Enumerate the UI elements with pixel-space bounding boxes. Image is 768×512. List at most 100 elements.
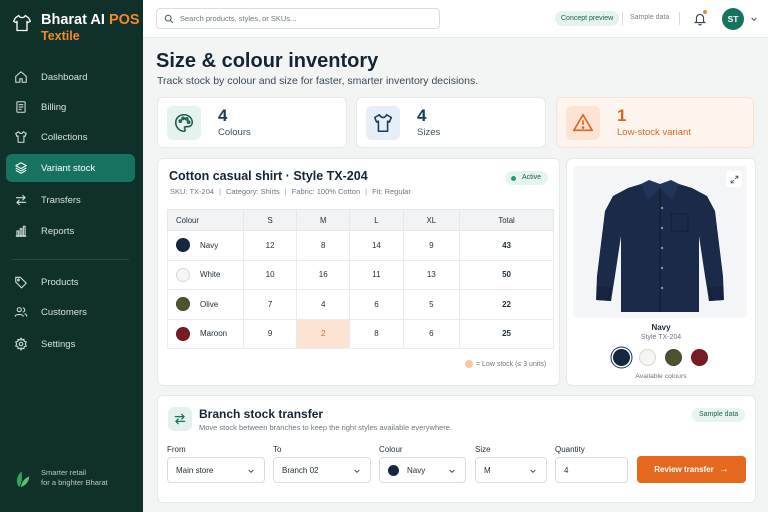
stock-cell: 11 [349, 259, 404, 290]
palette-icon [167, 106, 201, 140]
status-badge: Active [505, 171, 549, 185]
transfer-subtitle: Move stock between branches to keep the … [199, 423, 453, 432]
stat-value: 4 [417, 106, 427, 125]
total-cell: 43 [459, 230, 554, 261]
stat-label: Colours [218, 127, 251, 138]
concept-preview-badge: Concept preview [555, 11, 620, 26]
button-label: Review transfer [654, 465, 714, 474]
size-select[interactable]: M [475, 457, 547, 483]
sidebar-item-customers[interactable]: Customers [6, 298, 135, 326]
table-row[interactable]: White 10 16 11 13 50 [167, 259, 554, 290]
shirt-icon [15, 131, 27, 143]
quantity-field[interactable] [555, 457, 628, 483]
leaf-icon [16, 471, 30, 488]
sidebar-item-transfers[interactable]: Transfers [6, 186, 135, 214]
stock-cell: 10 [242, 259, 298, 290]
topbar: Concept preview Sample data ST [143, 0, 768, 38]
stock-cell: 9 [402, 230, 461, 261]
product-preview-card: Navy Style TX-204 Available colours [566, 158, 756, 386]
colour-name: White [200, 270, 221, 280]
stat-value: 4 [218, 106, 228, 125]
column-header: Total [459, 209, 554, 231]
sidebar-item-label: Dashboard [41, 71, 88, 83]
column-header: Colour [167, 209, 244, 231]
product-title: Cotton casual shirt · Style TX-204 [169, 169, 368, 183]
sidebar-item-billing[interactable]: Billing [6, 93, 135, 121]
arrow-right-icon: → [718, 464, 729, 475]
colour-value: Navy [407, 465, 426, 475]
category: Category: Shirts [226, 187, 280, 196]
stat-label: Low-stock variant [617, 127, 691, 138]
chevron-down-icon [248, 469, 254, 474]
sidebar-item-label: Collections [41, 131, 88, 143]
sidebar-item-label: Transfers [41, 194, 81, 206]
product-meta: SKU: TX-204 | Category: Shirts | Fabric: 100… [170, 187, 411, 196]
chevron-down-icon[interactable] [750, 15, 758, 23]
tag-icon [15, 276, 27, 289]
stat-card-colours: 4 Colours [157, 97, 347, 148]
column-header: XL [402, 209, 461, 231]
low-stock-legend: = Low stock (≤ 3 units) [465, 360, 546, 368]
quantity-label: Quantity [555, 445, 585, 454]
colour-select[interactable]: Navy [379, 457, 466, 483]
from-select[interactable]: Main store [167, 457, 265, 483]
layers-icon [15, 162, 27, 174]
search-input[interactable] [180, 14, 420, 23]
brand-pos: POS [108, 12, 140, 28]
table-row[interactable]: Navy 12 8 14 9 43 [167, 230, 554, 261]
sidebar-item-collections[interactable]: Collections [6, 123, 135, 151]
transfer-title: Branch stock transfer [199, 407, 324, 421]
color-swatch [176, 238, 190, 253]
sidebar-item-label: Billing [41, 101, 67, 113]
status-label: Active [522, 174, 542, 181]
gear-icon [15, 337, 27, 351]
chevron-down-icon [354, 469, 360, 474]
sidebar-item-settings[interactable]: Settings [6, 330, 135, 358]
shirt-logo-icon [13, 14, 32, 32]
footer-line2: for a brighter Bharat [41, 478, 108, 487]
brand-logo[interactable]: Bharat AI POS Textile [12, 12, 140, 44]
expand-image-button[interactable] [726, 171, 742, 187]
colour-swatch-white[interactable] [639, 349, 656, 366]
stock-cell: 13 [402, 259, 461, 290]
colour-swatch-navy[interactable] [613, 349, 630, 366]
to-value: Branch 02 [282, 465, 319, 475]
legend-text: = Low stock (≤ 3 units) [476, 360, 547, 368]
sidebar-item-label: Reports [41, 225, 75, 237]
from-value: Main store [176, 465, 214, 475]
stock-cell: 9 [242, 318, 298, 349]
stat-value: 1 [617, 106, 627, 125]
avatar[interactable]: ST [722, 8, 744, 30]
total-cell: 50 [459, 259, 554, 290]
brand-subtitle: Textile [41, 29, 80, 43]
search-box[interactable] [156, 8, 440, 29]
stock-cell: 16 [296, 259, 351, 290]
colour-swatch-olive[interactable] [665, 349, 682, 366]
sample-data-label: Sample data [630, 14, 670, 21]
stock-cell: 6 [349, 289, 404, 320]
colour-swatch-maroon[interactable] [691, 349, 708, 366]
stock-cell: 14 [349, 230, 404, 261]
color-swatch [176, 297, 190, 312]
review-transfer-button[interactable]: Review transfer → [637, 456, 746, 483]
sidebar-item-reports[interactable]: Reports [6, 217, 135, 245]
low-stock-dot [465, 360, 473, 368]
total-cell: 22 [459, 289, 554, 320]
sidebar-item-variant-stock[interactable]: Variant stock [6, 154, 135, 182]
receipt-icon [16, 101, 26, 113]
stock-cell: 12 [242, 230, 298, 261]
stock-cell: 8 [296, 230, 351, 261]
colour-label: Colour [379, 445, 403, 454]
color-swatch [176, 267, 190, 282]
from-label: From [167, 445, 186, 454]
table-row[interactable]: Olive 7 4 6 5 22 [167, 289, 554, 320]
sidebar-item-dashboard[interactable]: Dashboard [6, 63, 135, 91]
sidebar-item-label: Customers [41, 306, 87, 318]
sidebar-item-products[interactable]: Products [6, 268, 135, 296]
stock-cell: 4 [296, 289, 351, 320]
page-title: Size & colour inventory [156, 50, 379, 72]
branch-transfer-card: Branch stock transfer Move stock between… [157, 395, 756, 503]
table-row[interactable]: Maroon 9 2 8 6 25 [167, 318, 554, 349]
colour-name: Navy [200, 240, 219, 250]
to-select[interactable]: Branch 02 [273, 457, 371, 483]
